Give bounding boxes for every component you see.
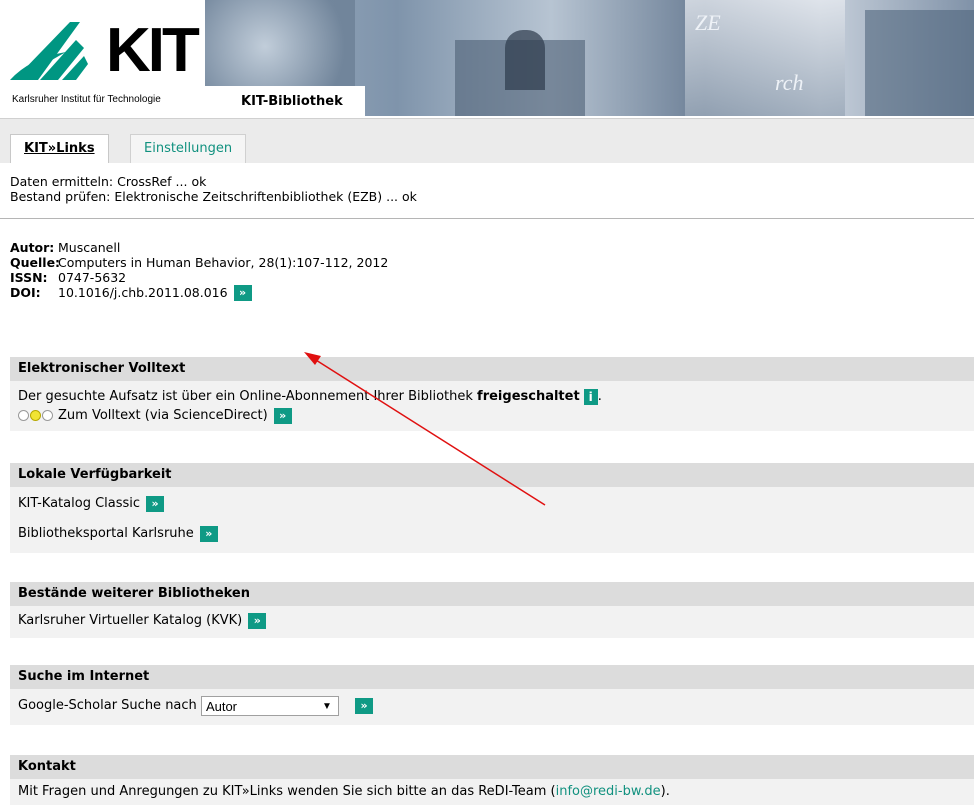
volltext-period: . [597,389,602,404]
scholar-go-button[interactable]: » [355,697,374,714]
bibliotheksportal-link[interactable]: Bibliotheksportal Karlsruhe [18,526,194,541]
section-lokal: Lokale Verfügbarkeit KIT-Katalog Classic… [10,463,974,553]
doi-go-button[interactable]: » [233,285,252,301]
section-title: Lokale Verfügbarkeit [10,463,974,487]
section-volltext: Elektronischer Volltext Der gesuchte Auf… [10,357,974,431]
tab-kit-links[interactable]: KIT»Links [10,134,109,163]
scholar-label: Google-Scholar Suche nach [18,698,197,713]
divider [0,218,974,219]
citation-metadata: Autor: Muscanell Quelle: Computers in Huma… [10,240,388,301]
kit-katalog-link[interactable]: KIT-Katalog Classic [18,496,140,511]
volltext-link[interactable]: Zum Volltext (via ScienceDirect) [58,408,268,423]
kit-wordmark: KIT [106,16,200,85]
status-line: Daten ermitteln: CrossRef ... ok [10,174,207,189]
institute-name: Karlsruher Institut für Technologie [12,94,161,105]
section-title: Suche im Internet [10,665,974,689]
kontakt-text-end: ). [660,784,670,799]
chevron-down-icon: ▼ [322,700,332,712]
page-header: KIT Karlsruher Institut für Technologie … [0,0,974,118]
tab-einstellungen[interactable]: Einstellungen [130,134,247,163]
section-title: Elektronischer Volltext [10,357,974,381]
section-internet: Suche im Internet Google-Scholar Suche n… [10,665,974,725]
volltext-text: Der gesuchte Aufsatz ist über ein Online… [18,389,473,404]
section-weitere: Bestände weiterer Bibliotheken Karlsruhe… [10,582,974,638]
contact-email-link[interactable]: info@redi-bw.de [556,784,661,799]
library-title: KIT-Bibliothek [205,86,365,116]
doi-label: DOI: [10,285,41,300]
author-label: Autor: [10,240,55,255]
section-kontakt: Kontakt Mit Fragen und Anregungen zu KIT… [10,755,974,805]
issn-value: 0747-5632 [58,270,127,285]
bibliotheksportal-go-button[interactable]: » [199,525,218,542]
kvk-go-button[interactable]: » [248,612,267,629]
section-title: Bestände weiterer Bibliotheken [10,582,974,606]
kit-katalog-go-button[interactable]: » [146,495,165,512]
volltext-go-button[interactable]: » [273,407,292,424]
issn-label: ISSN: [10,270,48,285]
section-title: Kontakt [10,755,974,779]
kit-logo-mark [10,22,88,80]
status-line: Bestand prüfen: Elektronische Zeitschrif… [10,189,417,204]
author-value: Muscanell [58,240,121,255]
info-icon[interactable]: i [583,388,598,405]
doi-value: 10.1016/j.chb.2011.08.016 [58,285,228,300]
volltext-bold: freigeschaltet [477,389,580,404]
kontakt-text: Mit Fragen und Anregungen zu KIT»Links w… [18,784,556,799]
tab-bar: KIT»Links Einstellungen [0,118,974,163]
scholar-field-select[interactable]: Autor ▼ [200,695,339,716]
kvk-link[interactable]: Karlsruher Virtueller Katalog (KVK) [18,613,242,628]
source-label: Quelle: [10,255,61,270]
kit-logo[interactable]: KIT Karlsruher Institut für Technologie [10,18,200,108]
status-messages: Daten ermitteln: CrossRef ... ok Bestand… [10,174,417,204]
select-value: Autor [205,698,238,714]
availability-traffic-light-icon [18,406,54,425]
source-value: Computers in Human Behavior, 28(1):107-1… [58,255,389,270]
